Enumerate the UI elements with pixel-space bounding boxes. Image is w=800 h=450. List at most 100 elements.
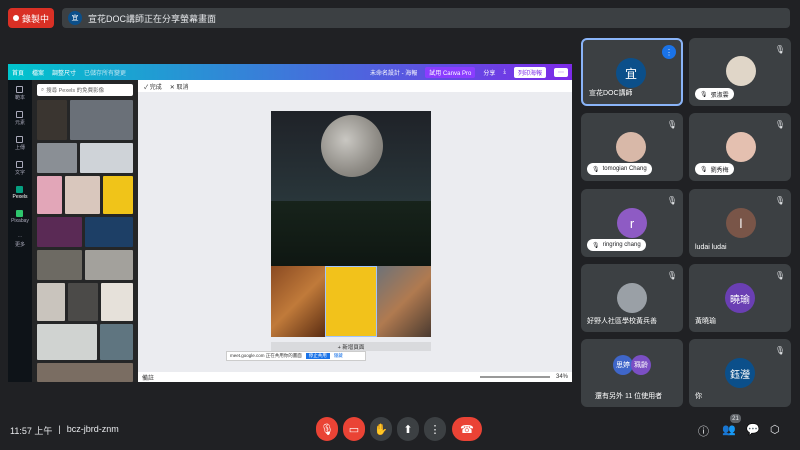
self-tile[interactable]: 鈺瀅 🎙 你: [689, 339, 791, 407]
mic-off-icon: 🎙: [592, 242, 600, 249]
notes-button[interactable]: 備註: [142, 373, 154, 382]
grill-image-right[interactable]: [377, 266, 431, 337]
editor-footer: 備註 34%: [138, 372, 572, 382]
participant-tile[interactable]: l 🎙 ludai ludai: [689, 189, 791, 257]
image-thumb[interactable]: [101, 283, 133, 321]
image-thumb[interactable]: [80, 143, 133, 173]
participant-tile[interactable]: 🎙 🎙 劉秀梅: [689, 113, 791, 181]
image-search-input[interactable]: ⌕ 搜尋 Pexels 的免費影像: [37, 84, 133, 96]
image-thumb[interactable]: [65, 176, 100, 214]
download-icon[interactable]: ⤓: [503, 69, 506, 76]
more-options-button[interactable]: ⋮: [424, 417, 446, 441]
participant-avatar: l: [726, 208, 756, 238]
participant-avatar: 宜: [616, 58, 646, 88]
selected-figure-image[interactable]: [325, 266, 377, 337]
tree-silhouette: [271, 201, 431, 266]
mic-off-icon: 🎙: [700, 166, 708, 173]
present-icon: ⬆: [403, 423, 413, 436]
raise-hand-button[interactable]: ✋: [370, 417, 392, 441]
canva-side-rail: 範本 元素 上傳 文字 Pexels Pixabay ⋯ 更多: [8, 80, 32, 382]
mic-off-icon: 🎙: [700, 91, 708, 98]
image-thumb[interactable]: [68, 283, 98, 321]
image-thumb[interactable]: [85, 217, 133, 247]
participant-avatar: 曉瑜: [725, 283, 755, 313]
participant-avatar: r: [617, 208, 647, 238]
participant-name: 好野人社區學校黃兵善: [587, 318, 657, 325]
participant-avatar: 思婷: [613, 355, 633, 375]
image-thumb[interactable]: [37, 363, 133, 382]
rail-item-pixabay[interactable]: Pixabay: [11, 210, 29, 224]
rail-item-templates[interactable]: 範本: [15, 86, 25, 101]
pexels-icon: [16, 186, 24, 193]
participant-name: 🎙 劉秀梅: [695, 163, 734, 175]
participant-tile[interactable]: r 🎙 🎙 ringring chang: [581, 189, 683, 257]
zoom-slider[interactable]: [479, 376, 550, 378]
image-thumb[interactable]: [100, 324, 133, 360]
home-link[interactable]: 首頁: [12, 68, 24, 77]
mic-toggle-button[interactable]: 🎙: [316, 417, 338, 441]
rail-item-uploads[interactable]: 上傳: [15, 136, 25, 151]
resize-button[interactable]: 調整尺寸: [52, 68, 76, 77]
image-thumb[interactable]: [37, 100, 67, 140]
people-icon[interactable]: 👥: [722, 423, 736, 436]
poster-page[interactable]: [271, 111, 431, 337]
participant-photo: [726, 132, 756, 162]
image-thumb[interactable]: [85, 250, 133, 280]
stop-sharing-button[interactable]: 停止共用: [305, 353, 330, 359]
camera-toggle-button[interactable]: ▭: [343, 417, 365, 441]
more-dots-icon: ⋯: [17, 234, 23, 240]
hide-button[interactable]: 隱藏: [334, 353, 343, 359]
image-thumb[interactable]: [103, 176, 133, 214]
participant-tile[interactable]: 曉瑜 🎙 黃曉瑜: [689, 264, 791, 332]
share-button[interactable]: 分享: [483, 68, 495, 77]
meeting-separator: |: [58, 424, 61, 434]
rail-item-pexels[interactable]: Pexels: [12, 186, 28, 200]
activities-icon[interactable]: ⬡: [770, 423, 780, 436]
participant-photo: [726, 56, 756, 86]
participant-tile[interactable]: 宜 ⋮ 宣花DOC講師: [581, 38, 683, 106]
done-button[interactable]: ✓ 完成: [144, 82, 162, 91]
participant-tile[interactable]: 🎙 🎙 張淑雲: [689, 38, 791, 106]
canva-menubar: 首頁 檔案 調整尺寸 已儲存所有變更 未命名設計 - 海報 試用 Canva P…: [8, 64, 572, 80]
chat-icon[interactable]: 💬: [746, 423, 760, 436]
presenter-avatar: 宜: [68, 11, 82, 25]
print-button[interactable]: 列印海報: [513, 66, 546, 78]
participant-tile[interactable]: 🎙 🎙 tomogian Chang: [581, 113, 683, 181]
image-thumb[interactable]: [70, 100, 133, 140]
more-participants-tile[interactable]: 思婷 珮齡 還有另外 11 位使用者: [581, 339, 683, 407]
participant-photo: [616, 132, 646, 162]
image-thumb[interactable]: [37, 324, 97, 360]
image-thumb[interactable]: [37, 283, 65, 321]
mic-off-icon: 🎙: [666, 195, 678, 205]
shared-screen: 首頁 檔案 調整尺寸 已儲存所有變更 未命名設計 - 海報 試用 Canva P…: [8, 64, 572, 382]
try-pro-button[interactable]: 試用 Canva Pro: [425, 66, 476, 78]
grill-image-left[interactable]: [271, 266, 325, 337]
speaking-icon: ⋮: [662, 45, 676, 59]
recording-label: 錄製中: [21, 13, 49, 24]
more-icon[interactable]: ⋯: [554, 67, 568, 77]
document-title[interactable]: 未命名設計 - 海報: [370, 68, 417, 77]
recording-indicator: 錄製中: [8, 8, 54, 28]
meeting-time: 11:57 上午: [10, 426, 53, 436]
add-page-button[interactable]: + 新增頁面: [271, 342, 431, 351]
participant-photo: [617, 283, 647, 313]
image-thumb[interactable]: [37, 217, 82, 247]
moon-image: [321, 115, 383, 177]
cancel-button[interactable]: ✕ 取消: [170, 82, 189, 91]
participant-tile[interactable]: 🎙 好野人社區學校黃兵善: [581, 264, 683, 332]
zoom-level[interactable]: 34%: [556, 374, 568, 380]
rail-item-elements[interactable]: 元素: [15, 111, 25, 126]
participant-name: 黃曉瑜: [695, 318, 716, 325]
image-thumb[interactable]: [37, 176, 62, 214]
end-call-button[interactable]: ☎: [452, 417, 482, 441]
info-icon[interactable]: ⓘ: [698, 423, 709, 439]
image-thumb[interactable]: [37, 143, 77, 173]
more-participants-label: 還有另外 11 位使用者: [595, 393, 663, 400]
rail-item-text[interactable]: 文字: [15, 161, 25, 176]
search-icon: ⌕: [41, 86, 45, 93]
file-menu[interactable]: 檔案: [32, 68, 44, 77]
share-notification: meet.google.com 正在共用你的畫面 停止共用 隱藏: [226, 351, 366, 361]
image-thumb[interactable]: [37, 250, 82, 280]
present-button[interactable]: ⬆: [397, 417, 419, 441]
rail-item-more[interactable]: ⋯ 更多: [15, 234, 25, 248]
